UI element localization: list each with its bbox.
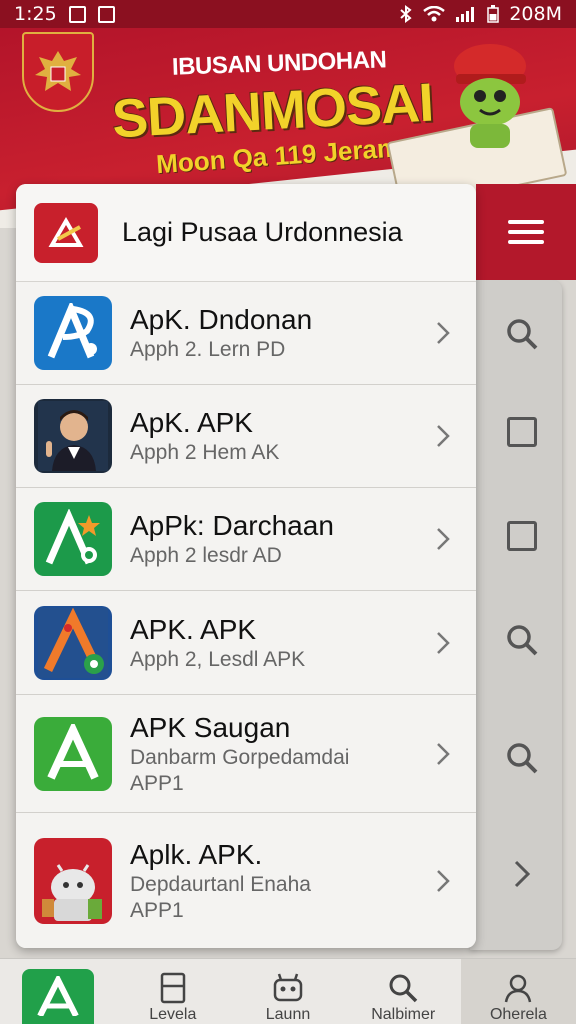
home-app-icon [21, 969, 94, 1024]
nav-nalbimer[interactable]: Nalbimer [346, 959, 461, 1024]
page-title: Lagi Pusaa Urdonnesia [122, 217, 403, 247]
avatar-person-icon [34, 399, 112, 473]
nav-home[interactable] [0, 959, 115, 1024]
chevron-right-icon [514, 860, 531, 888]
chevron-right-icon [437, 870, 450, 892]
square-icon [507, 521, 537, 551]
item-subtitle: Apph 2. Lern PD [130, 338, 286, 361]
status-bar: 1:25 208M [0, 0, 576, 28]
app-a-lime-icon [34, 716, 112, 791]
chevron-right-icon [437, 631, 450, 654]
side-search-button-2[interactable] [502, 620, 542, 660]
item-title: ApPk: Darchaan [130, 510, 334, 541]
list-item[interactable]: Aplk. APK. Depdaurtanl Enaha APP1 [16, 813, 476, 948]
nav-label: Nalbimer [371, 1006, 436, 1023]
list-item[interactable]: APK Saugan Danbarm Gorpedamdai APP1 [16, 695, 476, 813]
nav-label: Oherela [489, 1006, 547, 1023]
app-a-green-icon [34, 502, 112, 576]
item-subtitle: Apph 2 Hem AK [130, 441, 280, 464]
menu-icon [508, 214, 544, 250]
side-square-button[interactable] [502, 412, 542, 452]
list-item[interactable]: ApPk: Darchaan Apph 2 lesdr AD [16, 488, 476, 591]
garuda-emblem-icon [22, 32, 94, 112]
item-subtitle: Depdaurtanl Enaha [130, 873, 311, 896]
android-mascot-icon [454, 44, 526, 148]
chevron-right-icon [437, 528, 450, 550]
item-title: Aplk. APK. [130, 839, 263, 870]
app-a-orange-icon [34, 605, 112, 680]
item-subtitle: Apph 2 lesdr AD [130, 544, 282, 567]
list-item[interactable]: ApK. Dndonan Apph 2. Lern PD [16, 282, 476, 385]
search-icon [389, 974, 418, 1003]
nav-launn[interactable]: Launn [230, 959, 345, 1024]
profile-icon [505, 974, 532, 1003]
nav-oherela[interactable]: Oherela [460, 959, 576, 1024]
search-icon [507, 319, 538, 350]
item-subtitle-2: APP1 [130, 899, 184, 922]
list-item[interactable]: APK. APK Apph 2, Lesdl APK [16, 591, 476, 695]
chevron-right-icon [437, 425, 450, 447]
battery-text: 208M [509, 3, 562, 25]
bluetooth-icon [400, 5, 412, 23]
bookmark-icon [160, 972, 186, 1004]
item-subtitle: Danbarm Gorpedamdai [130, 745, 350, 769]
message-notification-icon [97, 5, 115, 23]
item-subtitle-2: APP1 [130, 771, 184, 795]
side-square-button-2[interactable] [502, 516, 542, 556]
wifi-icon [423, 6, 446, 22]
menu-button[interactable] [476, 184, 576, 280]
robot-icon [273, 973, 303, 1002]
item-title: ApK. Dndonan [130, 304, 313, 335]
item-title: APK Saugan [130, 711, 291, 743]
side-search-button[interactable] [502, 314, 542, 354]
square-icon [507, 417, 537, 447]
search-icon [507, 625, 538, 656]
side-search-button-3[interactable] [502, 738, 542, 778]
search-icon [507, 743, 538, 774]
app-logo-icon [34, 202, 98, 263]
battery-icon [487, 5, 500, 23]
nav-label: Launn [265, 1006, 311, 1023]
item-subtitle: Apph 2, Lesdl APK [130, 647, 306, 671]
app-list-card: Lagi Pusaa Urdonnesia ApK. Dndonan Apph … [16, 184, 476, 948]
side-chevron-button[interactable] [502, 854, 542, 894]
bottom-nav: Levela Launn Nalbimer Oherela [0, 958, 576, 1024]
chevron-right-icon [437, 322, 450, 344]
nav-label: Levela [149, 1006, 197, 1023]
android-robot-app-icon [34, 838, 112, 924]
signal-icon [456, 7, 475, 22]
nav-levela[interactable]: Levela [115, 959, 230, 1024]
app-a-blue-icon [34, 296, 112, 370]
card-header: Lagi Pusaa Urdonnesia [16, 184, 476, 282]
item-title: ApK. APK [130, 407, 253, 438]
chevron-right-icon [437, 742, 450, 765]
status-time: 1:25 [14, 3, 57, 25]
list-item[interactable]: ApK. APK Apph 2 Hem AK [16, 385, 476, 488]
item-title: APK. APK [130, 613, 257, 645]
side-panel [470, 280, 562, 950]
x-notification-icon [68, 5, 86, 23]
